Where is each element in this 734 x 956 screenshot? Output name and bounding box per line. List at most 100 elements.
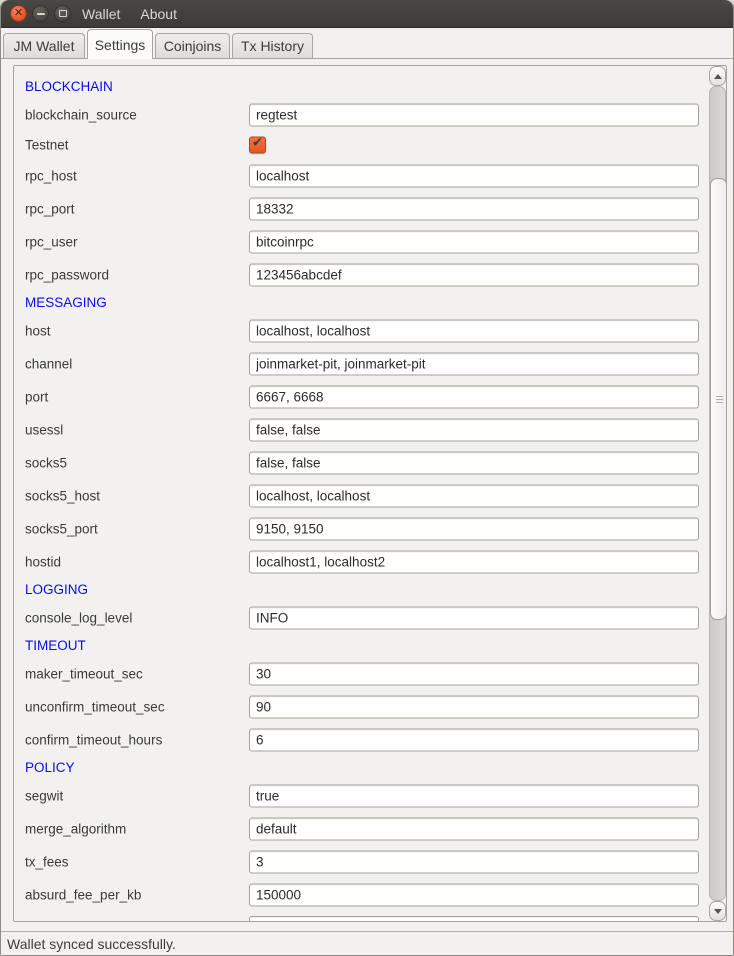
clipped-input[interactable] (249, 916, 699, 922)
maximize-button[interactable] (54, 5, 71, 22)
confirm_timeout_hours-label: confirm_timeout_hours (25, 732, 162, 747)
absurd_fee_per_kb-label: absurd_fee_per_kb (25, 887, 141, 902)
socks5_host-input[interactable] (249, 484, 699, 507)
form-row: port (14, 380, 709, 413)
form-row: host (14, 314, 709, 347)
status-message: Wallet synced successfully. (7, 936, 176, 952)
form-row: segwit (14, 779, 709, 812)
settings-form: BLOCKCHAIN blockchain_source Testnet ✔ rpc_h… (14, 66, 709, 922)
minimize-button[interactable] (32, 5, 49, 22)
titlebar: ✕ Wallet About (1, 0, 733, 28)
form-row: confirm_timeout_hours (14, 723, 709, 756)
close-icon: ✕ (11, 6, 26, 21)
Testnet-label: Testnet (25, 138, 69, 153)
rpc_host-input[interactable] (249, 164, 699, 187)
form-row: rpc_user (14, 225, 709, 258)
maximize-icon (55, 6, 70, 21)
form-row: usessl (14, 413, 709, 446)
port-input[interactable] (249, 385, 699, 408)
form-row: socks5_host (14, 479, 709, 512)
console_log_level-input[interactable] (249, 606, 699, 629)
segwit-input[interactable] (249, 784, 699, 807)
unconfirm_timeout_sec-input[interactable] (249, 695, 699, 718)
usessl-label: usessl (25, 422, 63, 437)
hostid-input[interactable] (249, 550, 699, 573)
form-row: rpc_password (14, 258, 709, 291)
chevron-down-icon (714, 909, 722, 914)
socks5-input[interactable] (249, 451, 699, 474)
close-button[interactable]: ✕ (10, 5, 27, 22)
socks5_port-label: socks5_port (25, 521, 98, 536)
form-row: console_log_level (14, 601, 709, 634)
vertical-scrollbar (709, 66, 726, 921)
tab-settings[interactable]: Settings (87, 29, 153, 59)
rpc_password-label: rpc_password (25, 267, 109, 282)
hostid-label: hostid (25, 554, 61, 569)
rpc_port-input[interactable] (249, 197, 699, 220)
section-title: POLICY (14, 756, 709, 779)
menu-about[interactable]: About (138, 6, 179, 22)
scrollbar-thumb[interactable] (710, 178, 727, 620)
form-row (14, 911, 709, 922)
socks5-label: socks5 (25, 455, 67, 470)
settings-pane: BLOCKCHAIN blockchain_source Testnet ✔ rpc_h… (1, 58, 733, 931)
rpc_user-input[interactable] (249, 230, 699, 253)
rpc_host-label: rpc_host (25, 168, 77, 183)
form-row: absurd_fee_per_kb (14, 878, 709, 911)
status-bar: Wallet synced successfully. (1, 931, 733, 956)
form-row: tx_fees (14, 845, 709, 878)
application-window: ✕ Wallet About JM Wallet Settings Coinjo… (0, 0, 734, 956)
tab-coinjoins[interactable]: Coinjoins (155, 33, 230, 58)
merge_algorithm-input[interactable] (249, 817, 699, 840)
channel-label: channel (25, 356, 72, 371)
form-row: Testnet ✔ (14, 131, 709, 159)
form-row: hostid (14, 545, 709, 578)
blockchain_source-input[interactable] (249, 103, 699, 126)
minimize-icon (33, 6, 48, 21)
settings-scroll-area: BLOCKCHAIN blockchain_source Testnet ✔ rpc_h… (13, 65, 727, 922)
usessl-input[interactable] (249, 418, 699, 441)
tab-bar: JM Wallet Settings Coinjoins Tx History (1, 28, 733, 58)
scrollbar-track[interactable] (709, 86, 726, 901)
maker_timeout_sec-input[interactable] (249, 662, 699, 685)
blockchain_source-label: blockchain_source (25, 107, 137, 122)
merge_algorithm-label: merge_algorithm (25, 821, 126, 836)
section-title: TIMEOUT (14, 634, 709, 657)
absurd_fee_per_kb-input[interactable] (249, 883, 699, 906)
form-row: socks5 (14, 446, 709, 479)
console_log_level-label: console_log_level (25, 610, 132, 625)
form-row: rpc_host (14, 159, 709, 192)
form-row: channel (14, 347, 709, 380)
scrollbar-down-button[interactable] (709, 901, 726, 921)
section-title: BLOCKCHAIN (14, 75, 709, 98)
section-title: LOGGING (14, 578, 709, 601)
segwit-label: segwit (25, 788, 63, 803)
tab-tx-history[interactable]: Tx History (232, 33, 313, 58)
tab-jm-wallet[interactable]: JM Wallet (3, 33, 85, 58)
scrollbar-up-button[interactable] (709, 66, 726, 86)
host-input[interactable] (249, 319, 699, 342)
socks5_host-label: socks5_host (25, 488, 100, 503)
tx_fees-label: tx_fees (25, 854, 69, 869)
testnet-checkbox[interactable]: ✔ (249, 137, 266, 154)
channel-input[interactable] (249, 352, 699, 375)
section-title: MESSAGING (14, 291, 709, 314)
form-row: maker_timeout_sec (14, 657, 709, 690)
tx_fees-input[interactable] (249, 850, 699, 873)
form-row: blockchain_source (14, 98, 709, 131)
rpc_password-input[interactable] (249, 263, 699, 286)
maker_timeout_sec-label: maker_timeout_sec (25, 666, 143, 681)
scrollbar-grip-icon (716, 399, 723, 400)
form-row: socks5_port (14, 512, 709, 545)
confirm_timeout_hours-input[interactable] (249, 728, 699, 751)
checkmark-icon: ✔ (252, 135, 263, 151)
port-label: port (25, 389, 48, 404)
chevron-up-icon (714, 74, 722, 79)
socks5_port-input[interactable] (249, 517, 699, 540)
form-row: rpc_port (14, 192, 709, 225)
form-row: merge_algorithm (14, 812, 709, 845)
unconfirm_timeout_sec-label: unconfirm_timeout_sec (25, 699, 165, 714)
form-row: unconfirm_timeout_sec (14, 690, 709, 723)
host-label: host (25, 323, 51, 338)
menu-wallet[interactable]: Wallet (80, 6, 122, 22)
